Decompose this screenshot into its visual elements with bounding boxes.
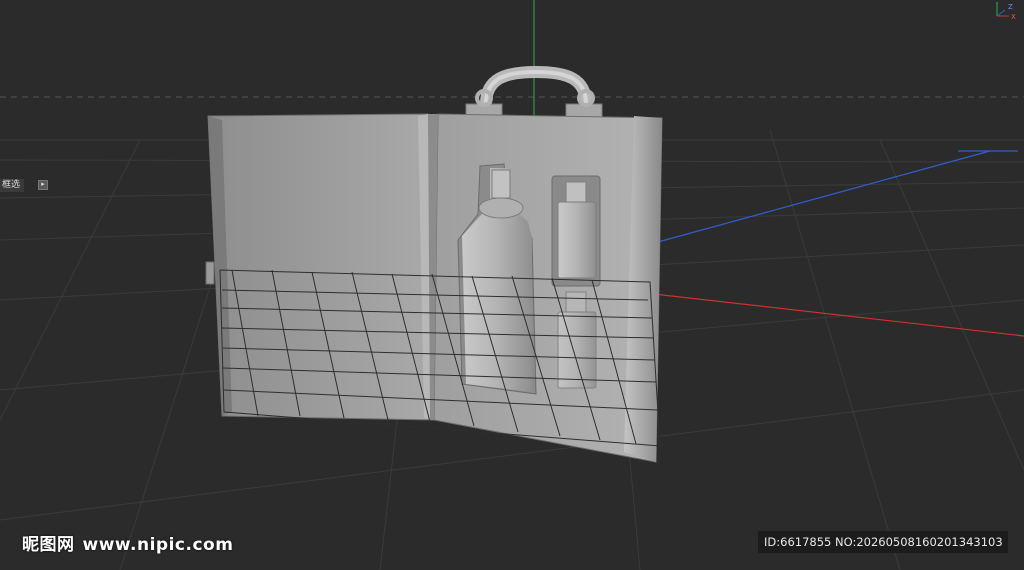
play-arrow-icon[interactable]: ▸ [38,180,48,190]
image-id-bar: ID:6617855 NO:20260508160201343103 [758,531,1008,553]
watermark-site-url: www.nipic.com [82,535,234,555]
selection-filter-label: 框选 [0,179,25,192]
gizmo-x-label: X [1011,13,1016,20]
gizmo-z-label: Z [1008,3,1013,11]
3d-viewport[interactable] [0,0,1024,570]
site-watermark: 昵图网 www.nipic.com [22,530,233,555]
watermark-site-name: 昵图网 [22,535,75,555]
axis-gizmo: Z X [996,2,1016,20]
z-axis-line [635,150,991,249]
